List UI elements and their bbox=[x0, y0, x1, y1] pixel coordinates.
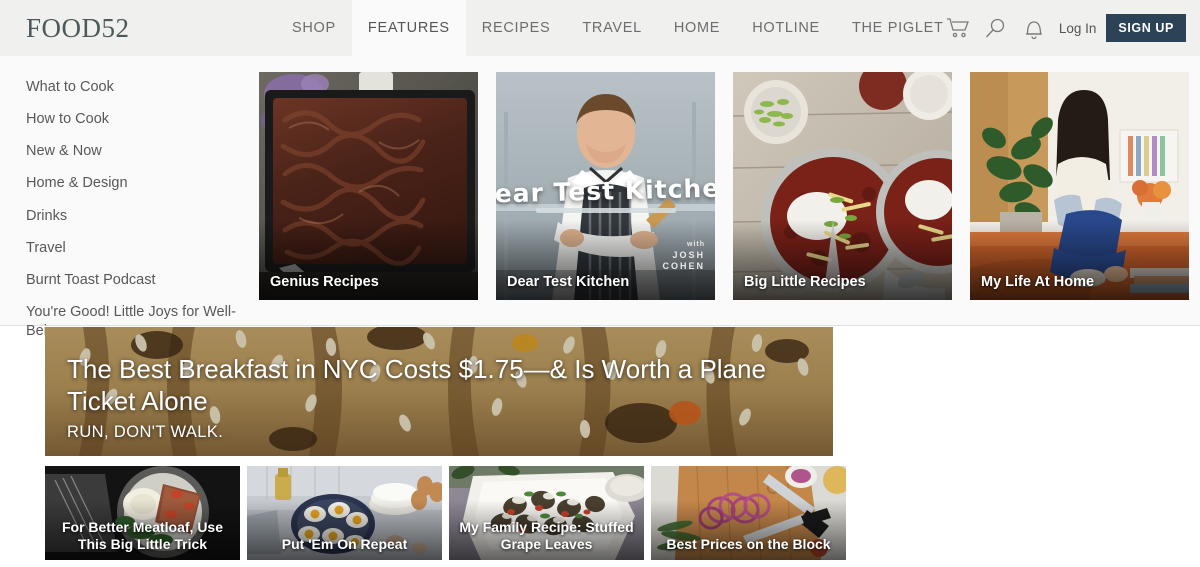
login-link[interactable]: Log In bbox=[1059, 21, 1097, 36]
nav-item-home[interactable]: HOME bbox=[658, 0, 736, 56]
header-actions: Log In SIGN UP bbox=[939, 0, 1186, 56]
cart-icon[interactable] bbox=[939, 9, 977, 47]
dropdown-link-what-to-cook[interactable]: What to Cook bbox=[26, 78, 241, 97]
feature-card-dear-test-kitchen[interactable]: Dear Test Kitchen with JOSH COHEN Dear Te… bbox=[496, 72, 715, 300]
thumbnail-card-meatloaf[interactable]: For Better Meatloaf, Use This Big Little… bbox=[45, 466, 240, 560]
thumbnail-card-best-prices[interactable]: Best Prices on the Block bbox=[651, 466, 846, 560]
feature-card-label: Big Little Recipes bbox=[744, 274, 866, 290]
thumbnail-label: My Family Recipe: Stuffed Grape Leaves bbox=[459, 518, 634, 552]
main-nav: SHOP FEATURES RECIPES TRAVEL HOME HOTLIN… bbox=[276, 0, 960, 56]
hero-text-block: The Best Breakfast in NYC Costs $1.75—& … bbox=[67, 353, 793, 442]
feature-card-label: Genius Recipes bbox=[270, 274, 379, 290]
nav-item-travel[interactable]: TRAVEL bbox=[566, 0, 658, 56]
thumbnail-label: Best Prices on the Block bbox=[666, 535, 831, 552]
thumbnail-card-eggs[interactable]: Put 'Em On Repeat bbox=[247, 466, 442, 560]
dropdown-link-new-and-now[interactable]: New & Now bbox=[26, 142, 241, 161]
credit-with-label: with bbox=[687, 240, 705, 248]
nav-item-features[interactable]: FEATURES bbox=[351, 0, 466, 56]
hero-article-card[interactable]: The Best Breakfast in NYC Costs $1.75—& … bbox=[45, 327, 833, 456]
nav-item-hotline[interactable]: HOTLINE bbox=[736, 0, 836, 56]
host-credit: with JOSH COHEN bbox=[662, 240, 705, 271]
site-header: FOOD52 SHOP FEATURES RECIPES TRAVEL HOME… bbox=[0, 0, 1200, 56]
dropdown-link-list: What to Cook How to Cook New & Now Home … bbox=[26, 78, 241, 354]
thumbnail-row: For Better Meatloaf, Use This Big Little… bbox=[45, 466, 846, 560]
hero-subtitle: RUN, DON'T WALK. bbox=[67, 423, 224, 441]
dropdown-link-how-to-cook[interactable]: How to Cook bbox=[26, 110, 241, 129]
search-icon[interactable] bbox=[977, 9, 1015, 47]
dropdown-link-drinks[interactable]: Drinks bbox=[26, 207, 241, 226]
thumbnail-label: Put 'Em On Repeat bbox=[281, 535, 408, 552]
feature-card-big-little-recipes[interactable]: Big Little Recipes bbox=[733, 72, 952, 300]
dropdown-link-travel[interactable]: Travel bbox=[26, 239, 241, 258]
site-logo[interactable]: FOOD52 bbox=[26, 13, 276, 44]
feature-card-my-life-at-home[interactable]: My Life At Home bbox=[970, 72, 1189, 300]
dropdown-feature-cards: Genius Recipes Dear Test Kitchen with JO… bbox=[259, 72, 1189, 300]
feature-card-label: My Life At Home bbox=[981, 274, 1095, 290]
nav-item-recipes[interactable]: RECIPES bbox=[466, 0, 567, 56]
thumbnail-card-grape-leaves[interactable]: My Family Recipe: Stuffed Grape Leaves bbox=[449, 466, 644, 560]
features-dropdown-panel: What to Cook How to Cook New & Now Home … bbox=[0, 56, 1200, 339]
dropdown-link-burnt-toast-podcast[interactable]: Burnt Toast Podcast bbox=[26, 271, 241, 290]
feature-card-genius-recipes[interactable]: Genius Recipes bbox=[259, 72, 478, 300]
signup-button[interactable]: SIGN UP bbox=[1106, 14, 1186, 42]
feature-card-label: Dear Test Kitchen bbox=[507, 274, 630, 290]
thumbnail-label: For Better Meatloaf, Use This Big Little… bbox=[61, 518, 224, 552]
hero-title: The Best Breakfast in NYC Costs $1.75—& … bbox=[67, 353, 766, 416]
dropdown-link-home-and-design[interactable]: Home & Design bbox=[26, 174, 241, 193]
dear-test-kitchen-script-title: Dear Test Kitchen bbox=[496, 172, 715, 209]
bell-icon[interactable] bbox=[1015, 9, 1053, 47]
nav-item-shop[interactable]: SHOP bbox=[276, 0, 352, 56]
